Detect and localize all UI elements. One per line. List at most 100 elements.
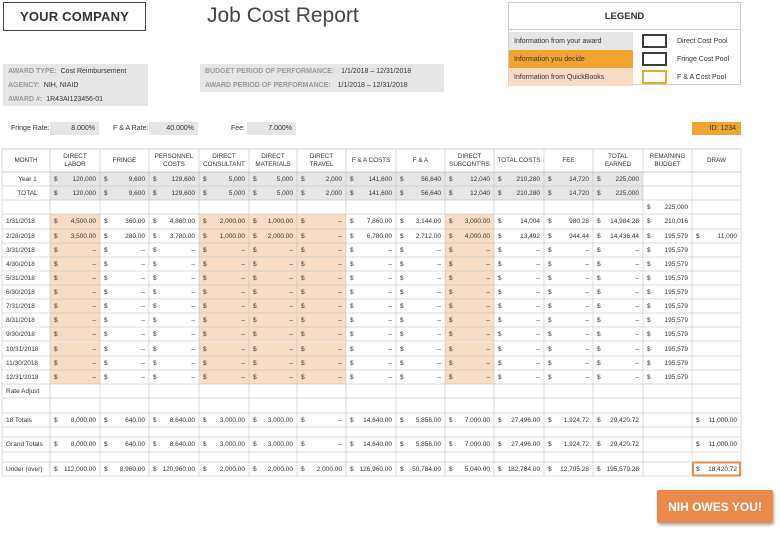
table-cell: 195,579 bbox=[664, 302, 689, 310]
table-cell: – bbox=[191, 359, 195, 367]
table-cell: – bbox=[437, 316, 441, 324]
table-cell: – bbox=[92, 359, 96, 367]
table-cell: – bbox=[635, 316, 639, 324]
table-cell: 129,600 bbox=[171, 175, 196, 183]
table-cell: – bbox=[92, 246, 96, 254]
row-label: 2/28/2018 bbox=[6, 232, 35, 240]
table-cell: – bbox=[536, 345, 540, 353]
table-cell: – bbox=[536, 260, 540, 268]
table-cell: 126,960.00 bbox=[359, 465, 392, 473]
table-cell: 944.44 bbox=[569, 232, 589, 240]
table-cell: 3,000.00 bbox=[267, 441, 293, 448]
table-cell: – bbox=[635, 260, 639, 268]
table-cell: – bbox=[141, 345, 145, 353]
table-cell: – bbox=[338, 441, 342, 448]
table-cell: – bbox=[241, 330, 245, 338]
table-cell: – bbox=[486, 302, 490, 310]
row-label: 18 Totals bbox=[6, 416, 32, 424]
table-cell: – bbox=[437, 345, 441, 353]
table-cell: – bbox=[191, 345, 195, 353]
row-label: Grand Totals bbox=[6, 441, 43, 448]
table-cell: 5,000 bbox=[228, 189, 245, 197]
table-cell: 11,000.00 bbox=[708, 441, 737, 448]
table-cell: – bbox=[338, 316, 342, 324]
row-label: Rate Adjust bbox=[6, 387, 40, 395]
table-cell: – bbox=[241, 260, 245, 268]
column-header: TOTAL COSTS bbox=[497, 156, 541, 164]
table-cell: 980.28 bbox=[569, 218, 589, 225]
table-cell: 2,000.00 bbox=[219, 218, 245, 225]
row-label: 11/30/2018 bbox=[6, 359, 39, 367]
table-cell: – bbox=[338, 246, 342, 254]
table-cell: – bbox=[241, 302, 245, 310]
column-header: DRAW bbox=[706, 156, 726, 164]
table-cell: 8,000.00 bbox=[70, 441, 96, 448]
table-cell: – bbox=[585, 302, 589, 310]
table-cell: 120,000 bbox=[72, 189, 97, 197]
table-cell: 8,960.00 bbox=[119, 465, 145, 473]
table-cell: – bbox=[536, 302, 540, 310]
table-cell: 14,720 bbox=[569, 189, 589, 197]
table-cell: 4,000.00 bbox=[464, 232, 490, 240]
table-cell: – bbox=[191, 302, 195, 310]
table-cell: – bbox=[585, 316, 589, 324]
table-cell: – bbox=[388, 373, 392, 381]
table-cell: – bbox=[635, 373, 639, 381]
table-cell: 7,860.00 bbox=[366, 218, 392, 225]
table-cell: 640.00 bbox=[125, 441, 145, 448]
table-cell: – bbox=[635, 345, 639, 353]
table-cell: 5,856.00 bbox=[415, 441, 441, 448]
table-cell: – bbox=[388, 246, 392, 254]
table-cell: – bbox=[289, 260, 293, 268]
table-cell: – bbox=[338, 345, 342, 353]
table-cell: 195,579 bbox=[664, 373, 689, 381]
table-cell: – bbox=[338, 373, 342, 381]
row-label: 6/30/2018 bbox=[6, 288, 35, 296]
table-cell: – bbox=[141, 330, 145, 338]
row-label: 10/31/2018 bbox=[6, 345, 39, 353]
table-cell: – bbox=[92, 330, 96, 338]
table-cell: – bbox=[141, 302, 145, 310]
table-cell: – bbox=[486, 316, 490, 324]
table-cell: 2,000.00 bbox=[219, 465, 245, 473]
table-cell: 120,000 bbox=[72, 175, 97, 183]
table-cell: – bbox=[191, 330, 195, 338]
table-cell: – bbox=[585, 288, 589, 296]
table-cell: – bbox=[635, 359, 639, 367]
table-cell: 56,640 bbox=[421, 189, 441, 197]
table-cell: – bbox=[486, 345, 490, 353]
table-cell: 2,000.00 bbox=[267, 232, 293, 240]
table-cell: 1,000.00 bbox=[267, 218, 293, 225]
table-cell: – bbox=[92, 302, 96, 310]
row-label: 12/31/2018 bbox=[6, 373, 39, 381]
table-cell: – bbox=[241, 316, 245, 324]
table-cell: – bbox=[191, 246, 195, 254]
table-cell: – bbox=[92, 288, 96, 296]
table-cell: 225,000 bbox=[615, 175, 640, 183]
table-cell: – bbox=[338, 302, 342, 310]
table-cell: – bbox=[241, 288, 245, 296]
table-cell: 360.00 bbox=[125, 218, 145, 225]
table-cell: – bbox=[191, 288, 195, 296]
nih-owes-banner: NIH OWES YOU! bbox=[657, 490, 773, 523]
table-cell: 195,579 bbox=[664, 274, 689, 282]
table-cell: – bbox=[241, 373, 245, 381]
table-cell: 129,600 bbox=[171, 189, 196, 197]
column-header: REMAINING BUDGET bbox=[649, 153, 686, 168]
table-cell: – bbox=[338, 260, 342, 268]
column-header: DIRECT CONSULTANT bbox=[203, 153, 245, 168]
table-cell: 11,000.00 bbox=[708, 416, 737, 424]
column-header: TOTAL EARNED bbox=[604, 153, 632, 168]
table-cell: 18,420.72 bbox=[708, 465, 737, 473]
table-cell: – bbox=[388, 330, 392, 338]
table-cell: – bbox=[585, 246, 589, 254]
row-label: TOTAL bbox=[17, 189, 38, 197]
table-cell: 4,860.00 bbox=[169, 218, 195, 225]
table-cell: – bbox=[191, 316, 195, 324]
table-cell: 1,000.00 bbox=[219, 232, 245, 240]
column-header: FEE bbox=[562, 156, 575, 164]
row-label: 9/30/2018 bbox=[6, 330, 35, 338]
table-cell: – bbox=[437, 260, 441, 268]
table-cell: – bbox=[437, 274, 441, 282]
column-header: FRINGE bbox=[112, 156, 137, 164]
